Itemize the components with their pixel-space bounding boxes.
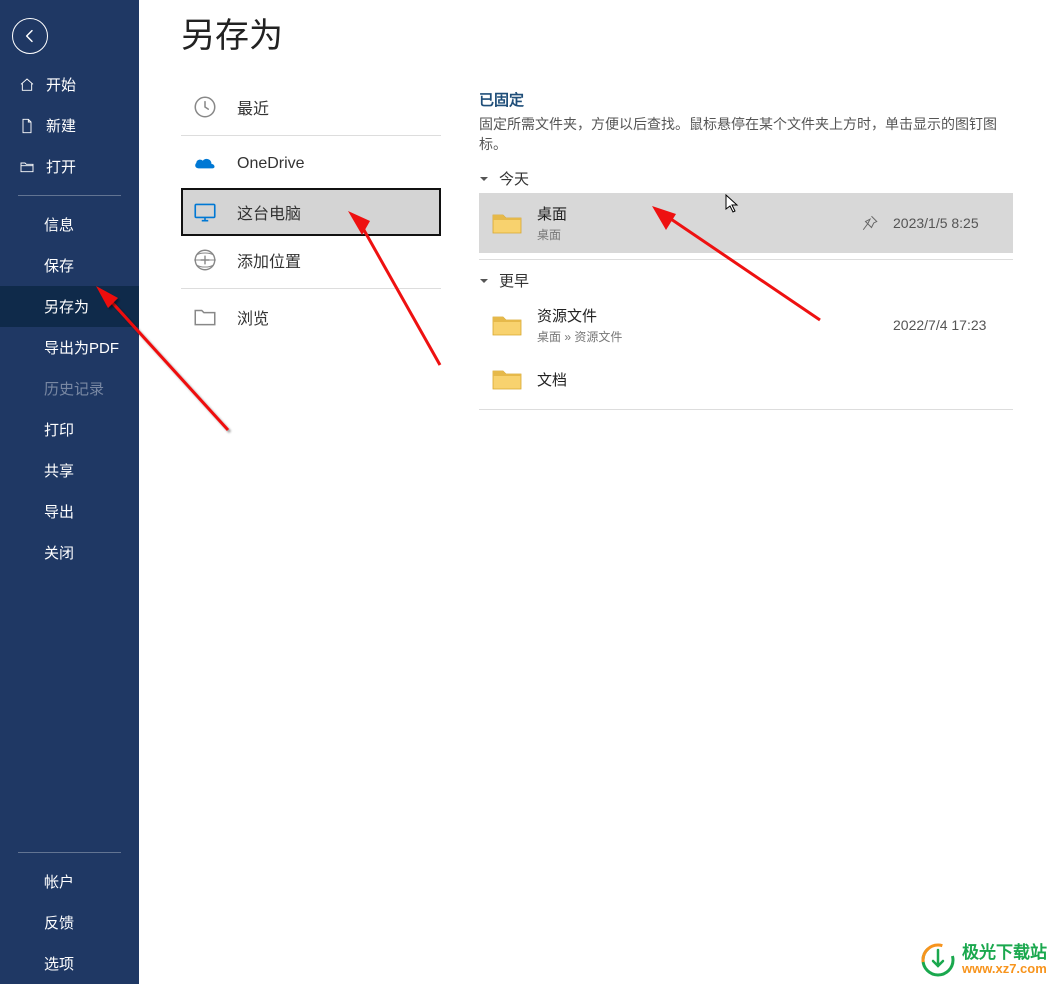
location-recent[interactable]: 最近 xyxy=(181,83,441,131)
folder-date: 2023/1/5 8:25 xyxy=(893,215,1003,231)
browse-icon xyxy=(191,303,219,331)
page-title: 另存为 xyxy=(139,0,1053,73)
sidebar-item-history: 历史记录 xyxy=(0,368,139,409)
pinned-description: 固定所需文件夹，方便以后查找。鼠标悬停在某个文件夹上方时，单击显示的图钉图标。 xyxy=(479,114,1013,154)
folder-name: 文档 xyxy=(537,369,879,390)
back-arrow-icon xyxy=(22,28,38,44)
main-content: 另存为 最近 OneDrive 这台电脑 xyxy=(139,0,1053,984)
sidebar-item-print[interactable]: 打印 xyxy=(0,409,139,450)
watermark-logo-icon xyxy=(920,942,956,978)
watermark-text: 极光下载站 www.xz7.com xyxy=(962,944,1047,977)
location-label: 浏览 xyxy=(237,305,269,329)
sidebar-item-label: 帐户 xyxy=(44,871,74,892)
sidebar-divider xyxy=(18,195,121,196)
sidebar-item-exportpdf[interactable]: 导出为PDF xyxy=(0,327,139,368)
pinned-title: 已固定 xyxy=(479,89,1013,110)
sidebar-item-close-doc[interactable]: 关闭 xyxy=(0,532,139,573)
sidebar-item-saveas[interactable]: 另存为 xyxy=(0,286,139,327)
folder-divider xyxy=(479,259,1013,260)
sidebar-divider xyxy=(18,852,121,853)
folder-item-desktop[interactable]: 桌面 桌面 2023/1/5 8:25 xyxy=(479,193,1013,253)
sidebar-item-label: 选项 xyxy=(44,953,74,974)
sidebar-item-label: 打印 xyxy=(44,419,74,440)
document-icon xyxy=(18,117,36,135)
location-label: 这台电脑 xyxy=(237,200,301,224)
location-label: 最近 xyxy=(237,95,269,119)
pin-icon[interactable] xyxy=(861,214,879,232)
group-earlier[interactable]: 更早 xyxy=(479,270,1013,291)
sidebar-item-info[interactable]: 信息 xyxy=(0,204,139,245)
folder-icon xyxy=(491,209,523,237)
location-divider xyxy=(181,288,441,289)
sidebar-item-label: 打开 xyxy=(46,156,76,177)
watermark-name: 极光下载站 xyxy=(962,944,1047,963)
folder-open-icon xyxy=(18,158,36,176)
sidebar-item-label: 关闭 xyxy=(44,542,74,563)
folder-item-resources[interactable]: 资源文件 桌面 » 资源文件 2022/7/4 17:23 xyxy=(479,295,1013,355)
sidebar-item-label: 开始 xyxy=(46,74,76,95)
watermark-url: www.xz7.com xyxy=(962,962,1047,976)
main-body: 最近 OneDrive 这台电脑 添加位置 xyxy=(139,73,1053,984)
location-divider xyxy=(181,135,441,136)
sidebar-spacer xyxy=(0,573,139,844)
folder-name: 资源文件 xyxy=(537,305,879,326)
home-icon xyxy=(18,76,36,94)
sidebar: 开始 新建 打开 信息 保存 另存为 导出为PDF 历史记录 打印 共享 导出 … xyxy=(0,0,139,984)
folder-date: 2022/7/4 17:23 xyxy=(893,317,1003,333)
sidebar-item-label: 导出为PDF xyxy=(44,337,119,358)
group-label: 今天 xyxy=(499,168,529,189)
folders-panel: 已固定 固定所需文件夹，方便以后查找。鼠标悬停在某个文件夹上方时，单击显示的图钉… xyxy=(459,73,1053,984)
locations-panel: 最近 OneDrive 这台电脑 添加位置 xyxy=(139,73,459,984)
group-label: 更早 xyxy=(499,270,529,291)
sidebar-item-new[interactable]: 新建 xyxy=(0,105,139,146)
folder-item-documents[interactable]: 文档 xyxy=(479,355,1013,403)
sidebar-item-feedback[interactable]: 反馈 xyxy=(0,902,139,943)
folder-divider xyxy=(479,409,1013,410)
sidebar-item-label: 新建 xyxy=(46,115,76,136)
folder-text: 资源文件 桌面 » 资源文件 xyxy=(537,305,879,345)
sidebar-item-label: 信息 xyxy=(44,214,74,235)
onedrive-icon xyxy=(191,150,219,178)
location-label: 添加位置 xyxy=(237,248,301,272)
sidebar-item-label: 导出 xyxy=(44,501,74,522)
folder-icon xyxy=(491,365,523,393)
sidebar-item-export[interactable]: 导出 xyxy=(0,491,139,532)
folder-icon xyxy=(491,311,523,339)
folder-text: 桌面 桌面 xyxy=(537,203,847,243)
group-today[interactable]: 今天 xyxy=(479,168,1013,189)
sidebar-item-home[interactable]: 开始 xyxy=(0,64,139,105)
sidebar-item-label: 历史记录 xyxy=(44,378,104,399)
folder-sub: 桌面 » 资源文件 xyxy=(537,328,879,345)
sidebar-item-options[interactable]: 选项 xyxy=(0,943,139,984)
chevron-down-icon xyxy=(479,174,489,184)
location-add[interactable]: 添加位置 xyxy=(181,236,441,284)
sidebar-item-label: 保存 xyxy=(44,255,74,276)
add-location-icon xyxy=(191,246,219,274)
sidebar-item-open[interactable]: 打开 xyxy=(0,146,139,187)
folder-name: 桌面 xyxy=(537,203,847,224)
location-this-pc[interactable]: 这台电脑 xyxy=(181,188,441,236)
sidebar-item-share[interactable]: 共享 xyxy=(0,450,139,491)
chevron-down-icon xyxy=(479,276,489,286)
folder-text: 文档 xyxy=(537,369,879,390)
location-onedrive[interactable]: OneDrive xyxy=(181,140,441,188)
location-label: OneDrive xyxy=(237,155,305,173)
sidebar-item-label: 另存为 xyxy=(44,296,89,317)
location-browse[interactable]: 浏览 xyxy=(181,293,441,341)
sidebar-item-account[interactable]: 帐户 xyxy=(0,861,139,902)
sidebar-item-label: 反馈 xyxy=(44,912,74,933)
watermark: 极光下载站 www.xz7.com xyxy=(920,942,1047,978)
back-button[interactable] xyxy=(12,18,48,54)
clock-icon xyxy=(191,93,219,121)
folder-sub: 桌面 xyxy=(537,226,847,243)
sidebar-item-save[interactable]: 保存 xyxy=(0,245,139,286)
sidebar-item-label: 共享 xyxy=(44,460,74,481)
pc-icon xyxy=(191,198,219,226)
